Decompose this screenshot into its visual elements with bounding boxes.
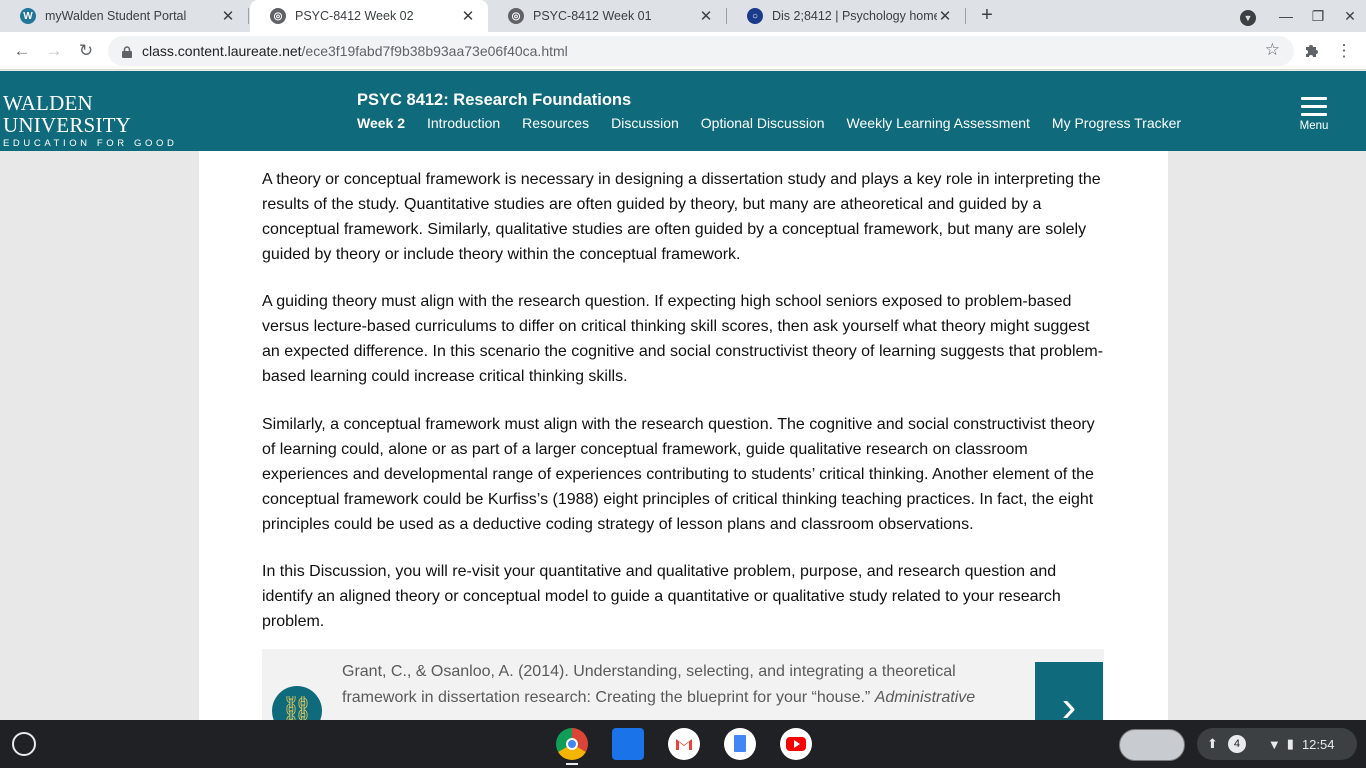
lock-icon xyxy=(122,45,132,58)
tab-week01[interactable]: ◎ PSYC-8412 Week 01 ✕ xyxy=(488,0,726,32)
menu-button[interactable]: Menu xyxy=(1297,97,1331,132)
tab-search-chevron-icon[interactable]: ▼ xyxy=(1233,0,1263,32)
paragraph-conceptual-framework: Similarly, a conceptual framework must a… xyxy=(262,416,1095,533)
nav-my-progress-tracker[interactable]: My Progress Tracker xyxy=(1052,115,1181,131)
minimize-icon[interactable]: — xyxy=(1271,0,1301,32)
system-shelf: ⬆ 4 ▼ ▮ 12:54 xyxy=(0,720,1366,768)
new-tab-plus-icon[interactable]: + xyxy=(976,4,998,26)
tab-dis2[interactable]: ○ Dis 2;8412 | Psychology homew ✕ xyxy=(727,0,965,32)
reload-icon[interactable]: ↻ xyxy=(74,39,98,63)
url-host: class.content.laureate.net xyxy=(142,43,302,59)
tab-separator xyxy=(248,8,249,24)
chevron-right-icon[interactable]: › xyxy=(1035,662,1103,720)
link-chain-icon: ⛓ xyxy=(272,686,322,720)
browser-toolbar: ← → ↻ class.content.laureate.net/ece3f19… xyxy=(0,32,1366,70)
google-docs-icon[interactable] xyxy=(724,728,756,760)
close-icon[interactable]: ✕ xyxy=(220,7,236,25)
url-path: /ece3f19fabd7f9b38b93aa73e06f40ca.html xyxy=(301,43,568,59)
restore-icon[interactable]: ❐ xyxy=(1303,0,1333,32)
wifi-icon: ▼ xyxy=(1267,736,1281,752)
status-tray[interactable]: ⬆ 4 ▼ ▮ 12:54 xyxy=(1197,728,1357,760)
paragraph-theory-framework: A theory or conceptual framework is nece… xyxy=(262,171,1101,263)
bookmark-star-icon[interactable]: ☆ xyxy=(1265,40,1280,60)
browser-menu-kebab-icon[interactable]: ⋮ xyxy=(1332,39,1356,63)
tab-strip: W myWalden Student Portal ✕ ◎ PSYC-8412 … xyxy=(0,0,1366,32)
nav-week-2[interactable]: Week 2 xyxy=(357,115,405,131)
holding-space-thumbnail[interactable] xyxy=(1119,729,1185,761)
paragraph-guiding-theory: A guiding theory must align with the res… xyxy=(262,293,1104,385)
resource-citation-card[interactable]: ⛓ Grant, C., & Osanloo, A. (2014). Under… xyxy=(262,649,1104,720)
tab-title: PSYC-8412 Week 01 xyxy=(533,9,652,23)
back-arrow-icon[interactable]: ← xyxy=(10,39,34,63)
nav-weekly-learning-assessment[interactable]: Weekly Learning Assessment xyxy=(847,115,1030,131)
site-header: WALDEN UNIVERSITY EDUCATION FOR GOOD PSY… xyxy=(0,71,1366,151)
tab-title: myWalden Student Portal xyxy=(45,9,187,23)
youtube-icon[interactable] xyxy=(780,728,812,760)
tab-mywalden[interactable]: W myWalden Student Portal ✕ xyxy=(0,0,248,32)
clock: 12:54 xyxy=(1301,736,1335,752)
forward-arrow-icon[interactable]: → xyxy=(42,39,66,63)
window-close-icon[interactable]: ✕ xyxy=(1335,0,1365,32)
active-app-indicator xyxy=(566,763,578,765)
citation-body: Grant, C., & Osanloo, A. (2014). Underst… xyxy=(342,663,956,706)
close-icon[interactable]: ✕ xyxy=(460,7,476,25)
notification-count: 4 xyxy=(1227,735,1246,753)
files-folder-icon[interactable] xyxy=(612,728,644,760)
nav-introduction[interactable]: Introduction xyxy=(427,115,500,131)
globe-icon: ◎ xyxy=(508,8,524,24)
course-title: PSYC 8412: Research Foundations xyxy=(357,91,632,109)
paragraph-discussion-instructions: In this Discussion, you will re-visit yo… xyxy=(262,563,1061,630)
globe-icon: ◎ xyxy=(270,8,286,24)
chrome-icon[interactable] xyxy=(556,728,588,760)
citation-text: Grant, C., & Osanloo, A. (2014). Underst… xyxy=(342,659,1022,711)
battery-icon: ▮ xyxy=(1286,736,1294,751)
close-icon[interactable]: ✕ xyxy=(937,7,953,25)
gmail-icon[interactable] xyxy=(668,728,700,760)
launcher-circle-icon[interactable] xyxy=(12,732,36,756)
menu-label: Menu xyxy=(1299,120,1329,132)
close-icon[interactable]: ✕ xyxy=(698,7,714,25)
logo-tagline: EDUCATION FOR GOOD xyxy=(3,138,178,149)
wordpress-icon: W xyxy=(20,8,36,24)
citation-journal: Administrative xyxy=(874,689,976,706)
tab-title: PSYC-8412 Week 02 xyxy=(295,9,414,23)
tab-title: Dis 2;8412 | Psychology homew xyxy=(772,9,937,23)
nav-discussion[interactable]: Discussion xyxy=(611,115,679,131)
hamburger-icon xyxy=(1301,97,1327,116)
address-bar[interactable]: class.content.laureate.net/ece3f19fabd7f… xyxy=(108,36,1294,66)
course-nav: Week 2 Introduction Resources Discussion… xyxy=(357,115,1203,131)
main-content: A theory or conceptual framework is nece… xyxy=(199,151,1168,720)
logo-wordmark: WALDEN UNIVERSITY xyxy=(3,91,131,137)
nav-optional-discussion[interactable]: Optional Discussion xyxy=(701,115,825,131)
tab-separator xyxy=(965,8,966,24)
extensions-puzzle-icon[interactable] xyxy=(1300,39,1324,63)
walden-logo[interactable]: WALDEN UNIVERSITY EDUCATION FOR GOOD xyxy=(3,92,193,149)
upload-arrow-icon: ⬆ xyxy=(1207,736,1218,751)
site-icon: ○ xyxy=(747,8,763,24)
tab-week02[interactable]: ◎ PSYC-8412 Week 02 ✕ xyxy=(250,0,488,32)
nav-resources[interactable]: Resources xyxy=(522,115,589,131)
